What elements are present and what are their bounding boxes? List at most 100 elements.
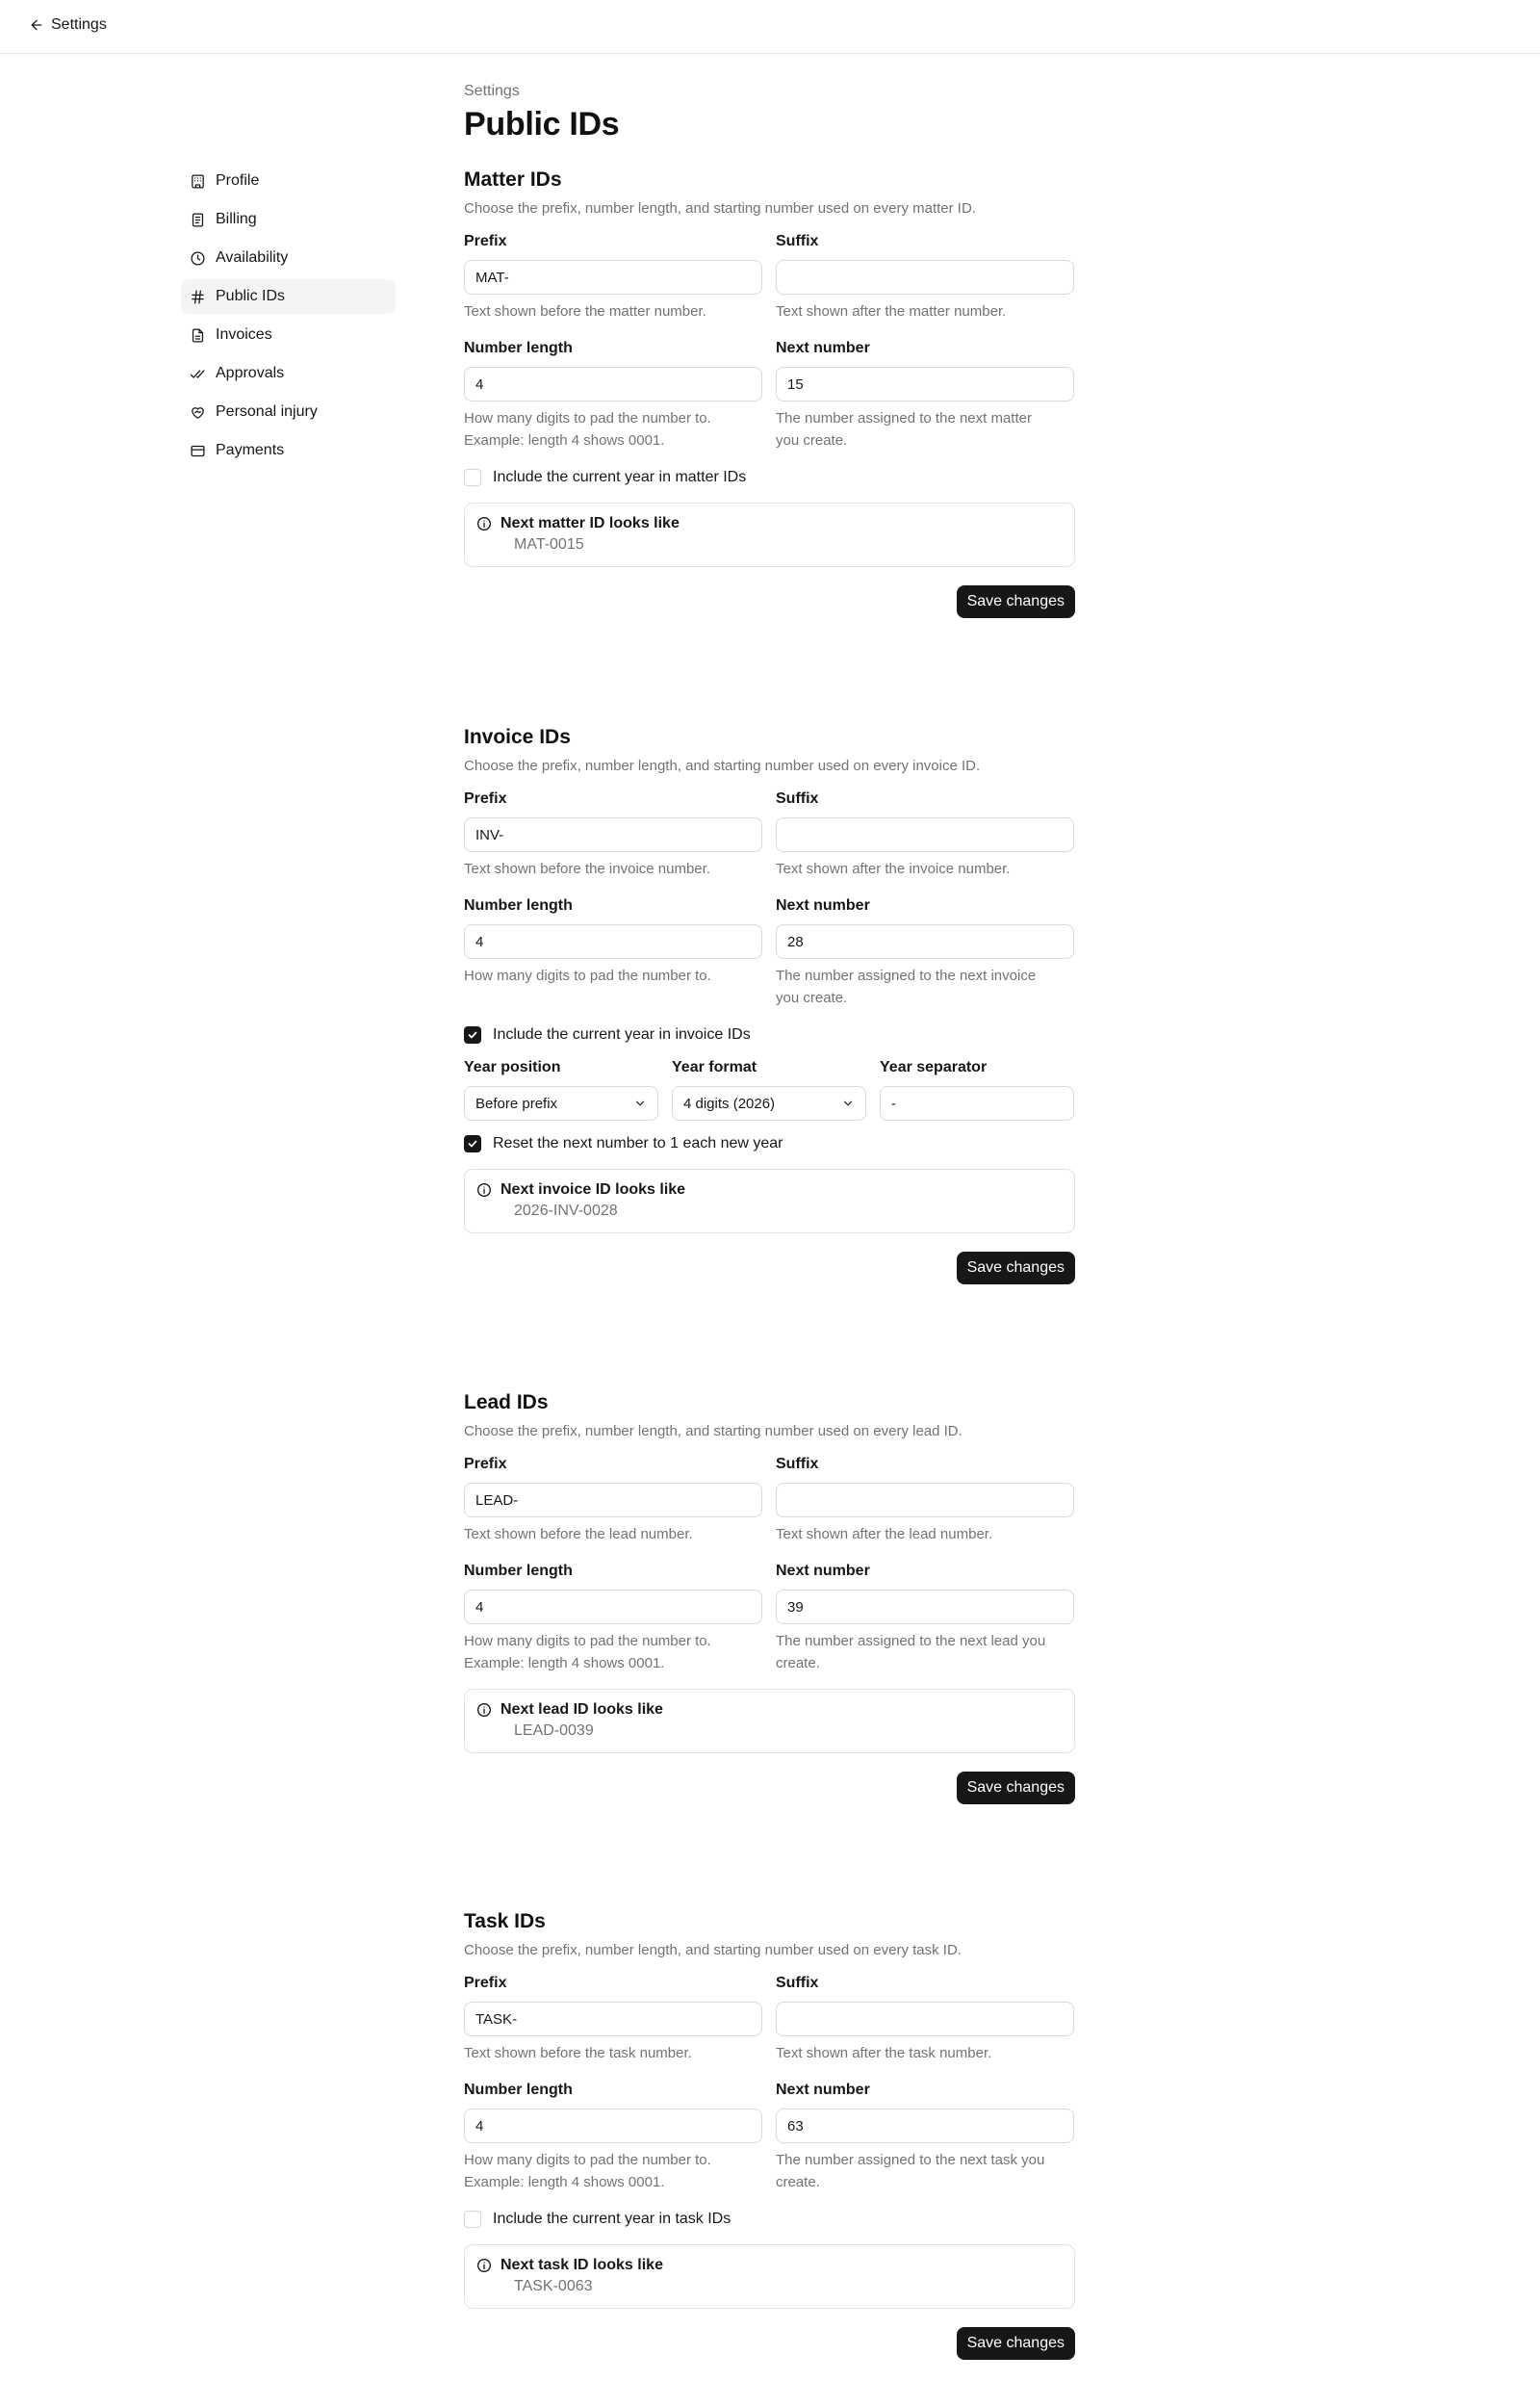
suffix-label: Suffix	[776, 790, 819, 807]
task-id-preview: Next task ID looks like TASK-0063	[464, 2244, 1075, 2309]
checkbox-label: Include the current year in matter IDs	[493, 469, 747, 485]
checkbox[interactable]	[464, 1026, 481, 1044]
sidebar-item-label: Availability	[216, 249, 289, 266]
matter-prefix-input[interactable]: MAT-	[464, 260, 762, 295]
info-icon	[477, 1703, 491, 1717]
year-position-select[interactable]: Before prefix	[464, 1086, 658, 1121]
year-format-label: Year format	[672, 1059, 757, 1075]
suffix-hint: Text shown after the matter number.	[776, 303, 1007, 320]
top-bar: Settings	[0, 0, 1540, 54]
arrow-left-icon	[31, 19, 42, 31]
checkbox-label: Include the current year in invoice IDs	[493, 1026, 751, 1043]
matter-number-length-input[interactable]: 4	[464, 367, 762, 401]
chevron-down-icon	[843, 1100, 853, 1106]
hint-line: create.	[776, 2174, 820, 2190]
number-length-label: Number length	[464, 340, 573, 356]
sidebar-item-label: Approvals	[216, 365, 285, 381]
checkbox[interactable]	[464, 469, 481, 486]
suffix-hint: Text shown after the invoice number.	[776, 861, 1011, 877]
sidebar-item-profile[interactable]: Profile	[181, 164, 396, 198]
preview-title: Next lead ID looks like	[500, 1701, 663, 1718]
select-value: 4 digits (2026)	[683, 1095, 776, 1112]
breadcrumb: Settings	[464, 83, 520, 99]
hash-icon	[192, 289, 204, 304]
invoice-prefix-input[interactable]: INV-	[464, 817, 762, 852]
prefix-hint: Text shown before the lead number.	[464, 1526, 693, 1542]
preview-title: Next task ID looks like	[500, 2257, 663, 2273]
settings-sidebar: Profile Billing Availability Public IDs …	[181, 164, 396, 472]
invoice-suffix-input[interactable]	[776, 817, 1074, 852]
checkbox[interactable]	[464, 1135, 481, 1152]
lead-number-length-input[interactable]: 4	[464, 1590, 762, 1624]
number-length-hint: How many digits to pad the number to. Ex…	[464, 407, 762, 452]
year-format-select[interactable]: 4 digits (2026)	[672, 1086, 866, 1121]
save-task-button[interactable]: Save changes	[956, 2327, 1075, 2360]
task-include-year-checkbox[interactable]: Include the current year in task IDs	[464, 2209, 1075, 2230]
matter-include-year-checkbox[interactable]: Include the current year in matter IDs	[464, 467, 1075, 488]
invoice-next-number-input[interactable]: 28	[776, 924, 1074, 959]
number-length-hint: How many digits to pad the number to. Ex…	[464, 1630, 762, 1674]
preview-value: LEAD-0039	[514, 1722, 594, 1739]
credit-card-icon	[191, 445, 205, 456]
hint-line: How many digits to pad the number to.	[464, 2152, 711, 2168]
sidebar-item-label: Personal injury	[216, 403, 318, 420]
invoice-id-preview: Next invoice ID looks like 2026-INV-0028	[464, 1169, 1075, 1233]
sidebar-item-billing[interactable]: Billing	[181, 202, 396, 237]
building-icon	[192, 173, 204, 189]
matter-next-number-input[interactable]: 15	[776, 367, 1074, 401]
hint-line: How many digits to pad the number to.	[464, 968, 711, 984]
task-prefix-input[interactable]: TASK-	[464, 2002, 762, 2036]
sidebar-item-availability[interactable]: Availability	[181, 241, 396, 275]
hint-line: Example: length 4 shows 0001.	[464, 432, 665, 449]
select-value: Before prefix	[475, 1095, 558, 1112]
invoice-number-length-input[interactable]: 4	[464, 924, 762, 959]
invoice-include-year-checkbox[interactable]: Include the current year in invoice IDs	[464, 1024, 1075, 1046]
check-icon	[468, 1140, 477, 1148]
next-number-label: Next number	[776, 340, 870, 356]
matter-id-preview: Next matter ID looks like MAT-0015	[464, 503, 1075, 567]
save-invoice-button[interactable]: Save changes	[956, 1252, 1075, 1284]
next-number-hint: The number assigned to the next lead you…	[776, 1630, 1074, 1674]
task-next-number-input[interactable]: 63	[776, 2109, 1074, 2143]
lead-prefix-input[interactable]: LEAD-	[464, 1483, 762, 1517]
info-icon	[477, 2259, 491, 2272]
sidebar-item-label: Payments	[216, 442, 285, 458]
suffix-label: Suffix	[776, 1456, 819, 1472]
next-number-label: Next number	[776, 1563, 870, 1579]
suffix-label: Suffix	[776, 233, 819, 249]
reset-yearly-checkbox[interactable]: Reset the next number to 1 each new year	[464, 1133, 1075, 1154]
save-matter-button[interactable]: Save changes	[956, 585, 1075, 618]
info-icon	[477, 1183, 491, 1197]
save-lead-button[interactable]: Save changes	[956, 1772, 1075, 1804]
section-description: Choose the prefix, number length, and st…	[464, 758, 981, 774]
hint-line: you create.	[776, 990, 848, 1006]
sidebar-item-payments[interactable]: Payments	[181, 433, 396, 468]
sidebar-item-personal-injury[interactable]: Personal injury	[181, 395, 396, 429]
sidebar-item-label: Public IDs	[216, 288, 286, 304]
checkbox[interactable]	[464, 2211, 481, 2228]
task-number-length-input[interactable]: 4	[464, 2109, 762, 2143]
preview-value: TASK-0063	[514, 2278, 593, 2294]
next-number-hint: The number assigned to the next task you…	[776, 2149, 1074, 2193]
prefix-label: Prefix	[464, 1975, 507, 1991]
preview-title: Next matter ID looks like	[500, 515, 680, 531]
year-separator-input[interactable]: -	[880, 1086, 1074, 1121]
hint-line: Example: length 4 shows 0001.	[464, 1655, 665, 1671]
lead-suffix-input[interactable]	[776, 1483, 1074, 1517]
section-title: Invoice IDs	[464, 726, 571, 748]
checkbox-label: Include the current year in task IDs	[493, 2211, 732, 2227]
task-suffix-input[interactable]	[776, 2002, 1074, 2036]
sidebar-item-public-ids[interactable]: Public IDs	[181, 279, 396, 314]
next-number-hint: The number assigned to the next invoice …	[776, 965, 1074, 1009]
suffix-label: Suffix	[776, 1975, 819, 1991]
sidebar-item-invoices[interactable]: Invoices	[181, 318, 396, 352]
number-length-hint: How many digits to pad the number to. Ex…	[464, 2149, 762, 2193]
sidebar-item-label: Billing	[216, 211, 257, 227]
back-to-settings-link[interactable]: Settings	[29, 16, 107, 34]
sidebar-item-approvals[interactable]: Approvals	[181, 356, 396, 391]
section-title: Lead IDs	[464, 1391, 549, 1413]
lead-next-number-input[interactable]: 39	[776, 1590, 1074, 1624]
section-title: Matter IDs	[464, 168, 562, 191]
matter-suffix-input[interactable]	[776, 260, 1074, 295]
hint-line: The number assigned to the next matter	[776, 410, 1032, 427]
